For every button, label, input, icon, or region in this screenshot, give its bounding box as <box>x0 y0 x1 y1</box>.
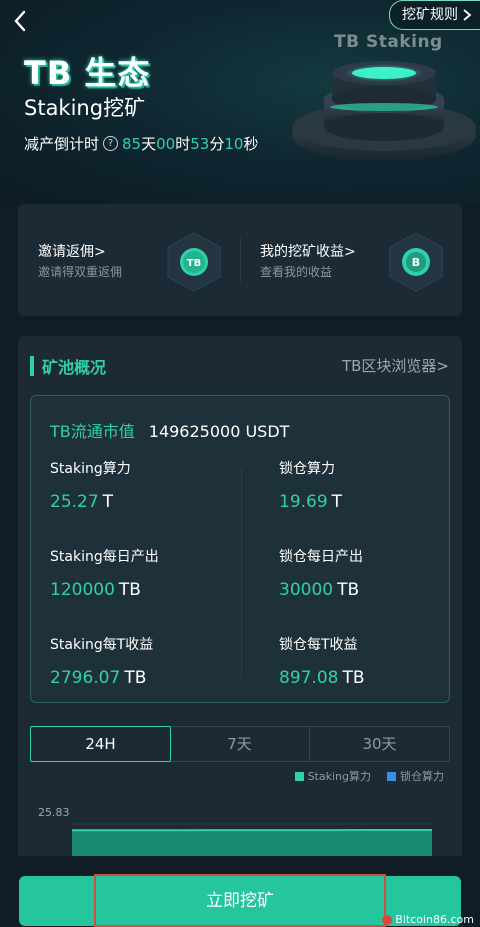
chevron-right-icon <box>463 9 472 21</box>
back-icon[interactable] <box>10 8 32 34</box>
stat-label: Staking算力 <box>50 461 131 477</box>
tab-7d[interactable]: 7天 <box>170 727 310 761</box>
stat-unit: T <box>102 492 114 512</box>
stat-locked-per-t-yield: 锁仓每T收益 897.08 TB <box>279 634 365 688</box>
page-subtitle: Staking挖矿 <box>24 96 146 120</box>
invite-rebate-title: 邀请返佣> <box>38 244 106 260</box>
y-tick-label: 25.83 <box>38 806 70 819</box>
invite-earnings-card: 邀请返佣> 邀请得双重返佣 TB 我的挖矿收益> 查看我的收益 B <box>18 204 462 316</box>
stat-value: 19.69 <box>279 492 328 512</box>
stat-value: 120000 <box>50 580 115 600</box>
market-cap-label: TB流通市值 <box>50 422 135 441</box>
pool-heading: 矿池概况 <box>30 354 106 378</box>
highlight-box <box>94 874 386 927</box>
stat-unit: T <box>331 492 343 512</box>
invite-rebate-subtitle: 邀请得双重返佣 <box>38 265 123 279</box>
stat-locked-daily-output: 锁仓每日产出 30000 TB <box>279 546 363 600</box>
stats-divider <box>241 468 242 678</box>
stat-label: 锁仓每T收益 <box>279 637 358 653</box>
watermark-text: Bitcoin86.com <box>395 913 474 926</box>
pool-stats-box: TB流通市值 149625000 USDT Staking算力 25.27 T 锁仓… <box>30 395 450 703</box>
legend-swatch <box>294 772 304 781</box>
page-title: TB 生态 <box>24 54 151 92</box>
chart-legend: Staking算力 锁仓算力 <box>294 768 444 784</box>
legend-label: 锁仓算力 <box>400 770 444 783</box>
stat-staking-daily-output: Staking每日产出 120000 TB <box>50 546 159 600</box>
stat-staking-per-t-yield: Staking每T收益 2796.07 TB <box>50 634 153 688</box>
countdown-seconds: 10 <box>224 135 244 153</box>
invite-rebate-entry[interactable]: 邀请返佣> 邀请得双重返佣 TB <box>18 204 240 316</box>
countdown-minutes: 53 <box>190 135 210 153</box>
pool-title: 矿池概况 <box>42 358 107 377</box>
stat-unit: TB <box>337 580 360 600</box>
stat-unit: TB <box>342 668 365 688</box>
reduction-countdown: 减产倒计时 ? 85天00时53分10秒 <box>24 133 258 154</box>
svg-text:TB: TB <box>187 258 201 269</box>
countdown-days-unit: 天 <box>141 135 157 153</box>
stat-value: 2796.07 <box>50 668 121 688</box>
tb-block-explorer-link[interactable]: TB区块浏览器> <box>342 355 449 376</box>
market-cap-row: TB流通市值 149625000 USDT <box>50 418 289 442</box>
watermark: Bitcoin86.com <box>382 913 474 926</box>
my-earnings-subtitle: 查看我的收益 <box>260 265 333 279</box>
stat-unit: TB <box>118 580 141 600</box>
stat-value: 897.08 <box>279 668 339 688</box>
watermark-logo-icon <box>382 914 393 925</box>
legend-label: Staking算力 <box>307 770 371 783</box>
stat-label: 锁仓每日产出 <box>279 549 363 565</box>
countdown-minutes-unit: 分 <box>209 135 225 153</box>
stat-value: 30000 <box>279 580 334 600</box>
hashrate-chart: 25.83 <box>38 806 432 856</box>
legend-item-staking: Staking算力 <box>294 768 371 784</box>
tab-30d[interactable]: 30天 <box>310 727 449 761</box>
stat-label: Staking每T收益 <box>50 637 154 653</box>
stat-label: Staking每日产出 <box>50 549 159 565</box>
staking-series-area <box>72 830 432 856</box>
pool-heading-accent <box>30 356 34 376</box>
countdown-days: 85 <box>122 135 142 153</box>
staking-platform-graphic <box>292 61 476 161</box>
mining-rules-button[interactable]: 挖矿规则 <box>389 0 480 30</box>
svg-text:B: B <box>412 256 420 269</box>
time-range-tabs: 24H 7天 30天 <box>30 726 450 762</box>
stat-value: 25.27 <box>50 492 99 512</box>
legend-item-locked: 锁仓算力 <box>387 768 444 784</box>
legend-swatch <box>387 772 396 781</box>
countdown-label: 减产倒计时 <box>24 135 100 153</box>
my-earnings-title: 我的挖矿收益> <box>260 244 356 260</box>
stat-unit: TB <box>124 668 147 688</box>
market-cap-value: 149625000 USDT <box>148 422 290 441</box>
mining-rules-label: 挖矿规则 <box>402 7 458 23</box>
stat-staking-hashrate: Staking算力 25.27 T <box>50 458 131 512</box>
bitcoin-coin-icon: B <box>389 232 443 292</box>
tab-24h[interactable]: 24H <box>30 726 171 762</box>
stat-label: 锁仓算力 <box>279 461 335 477</box>
hero-banner: 挖矿规则 TB Staking TB 生态 Staking挖矿 减产倒计时 ? … <box>0 0 480 205</box>
countdown-hours: 00 <box>156 135 176 153</box>
help-icon[interactable]: ? <box>103 136 119 151</box>
stat-locked-hashrate: 锁仓算力 19.69 T <box>279 458 342 512</box>
tb-staking-graphic-label: TB Staking <box>334 32 443 52</box>
countdown-hours-unit: 时 <box>175 135 191 153</box>
invite-coin-icon: TB <box>167 232 221 292</box>
my-earnings-entry[interactable]: 我的挖矿收益> 查看我的收益 B <box>240 204 462 316</box>
countdown-seconds-unit: 秒 <box>243 135 259 153</box>
mining-pool-card: 矿池概况 TB区块浏览器> TB流通市值 149625000 USDT Staki… <box>18 336 462 927</box>
